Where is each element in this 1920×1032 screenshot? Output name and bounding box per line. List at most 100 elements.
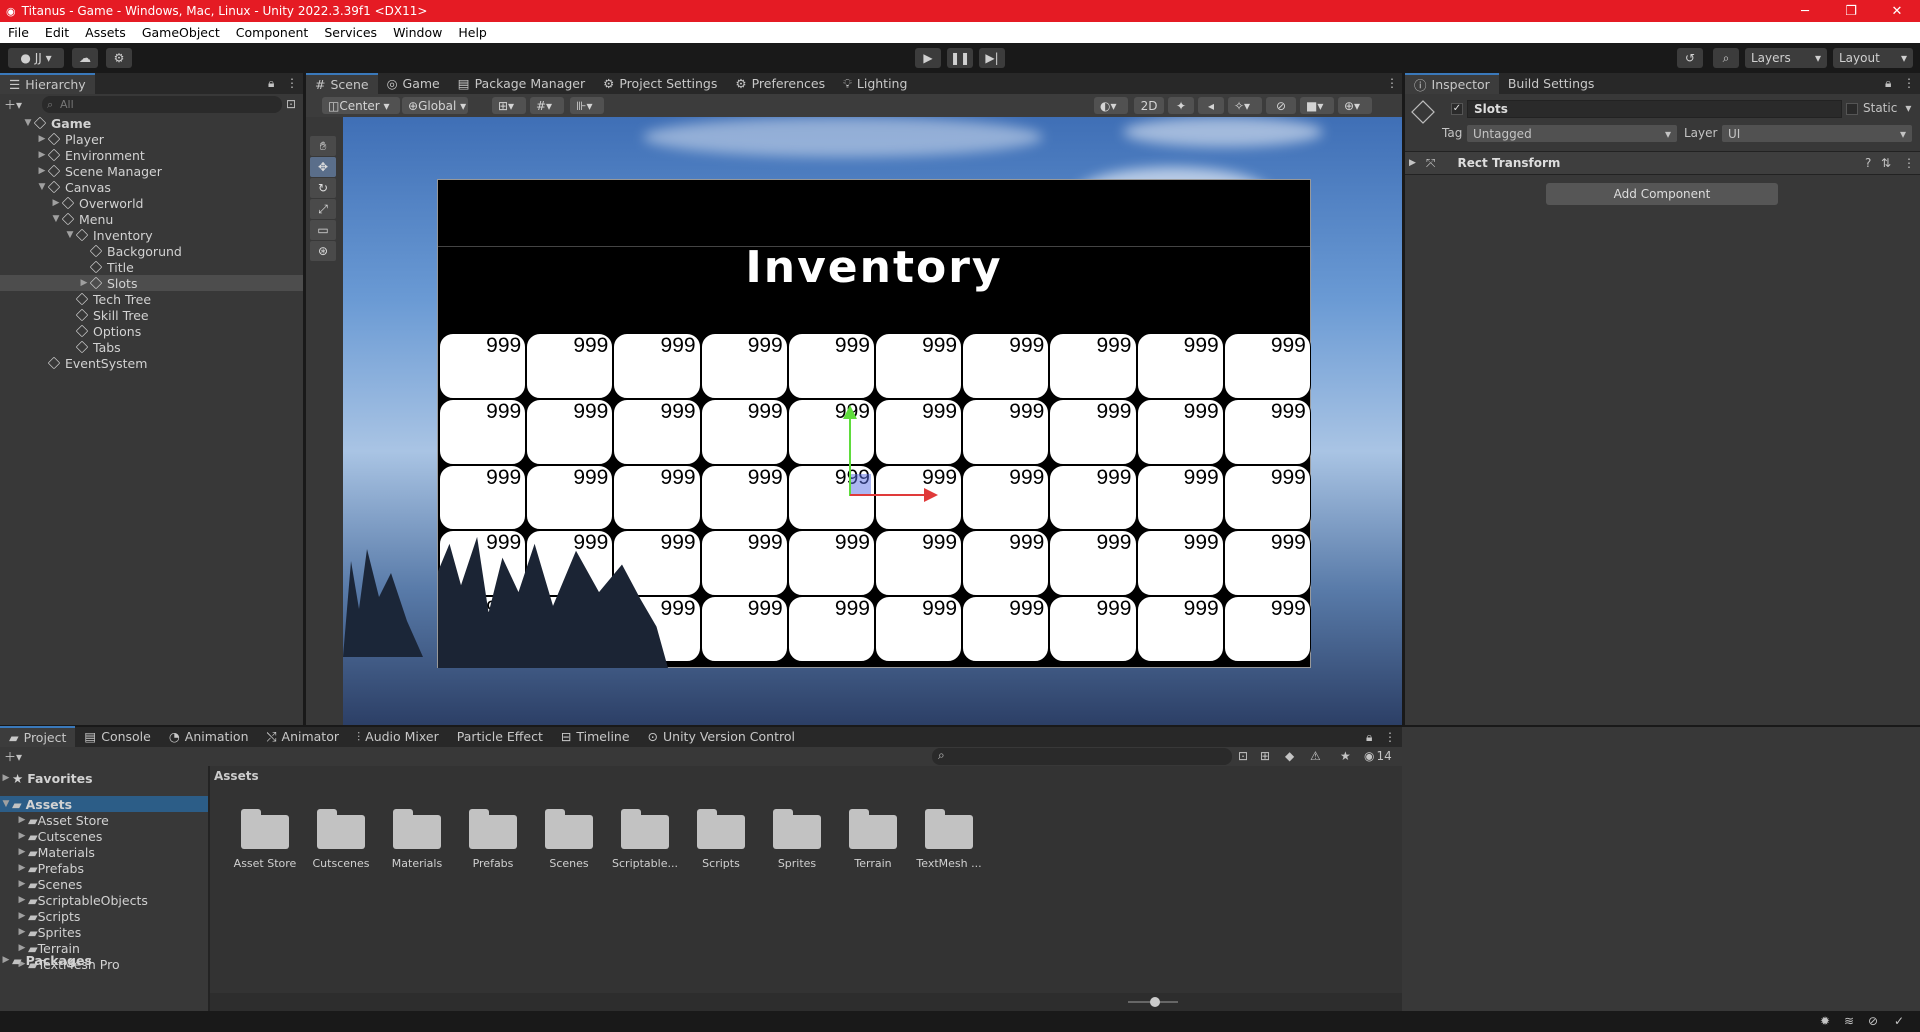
inventory-slot[interactable]: 999 — [613, 333, 701, 399]
add-component-button[interactable]: Add Component — [1546, 183, 1778, 205]
play-button[interactable]: ▶ — [915, 48, 941, 68]
static-dropdown[interactable]: Static ▾ — [1863, 101, 1911, 115]
hierarchy-row[interactable]: ▶ Environment — [0, 147, 145, 163]
inventory-slot[interactable]: 999 — [526, 333, 614, 399]
tab-audio-mixer[interactable]: ⫶ Audio Mixer — [348, 726, 448, 747]
inventory-slot[interactable]: 999 — [1223, 596, 1311, 662]
tab-scene[interactable]: # Scene — [306, 73, 378, 94]
lock-icon[interactable]: 🔒︎ — [1366, 730, 1372, 745]
hierarchy-row[interactable]: ▶ Slots — [0, 275, 303, 291]
hierarchy-row[interactable]: Title — [0, 259, 134, 275]
inventory-slot[interactable]: 999 — [613, 464, 701, 531]
chevron-right-icon[interactable]: ▶ — [16, 815, 28, 825]
assets-root-row[interactable]: ▼ ▰ Assets — [0, 796, 208, 812]
close-button[interactable]: ✕ — [1874, 0, 1920, 22]
more-icon[interactable]: ⋮ — [1903, 76, 1915, 90]
minimize-button[interactable]: ─ — [1782, 0, 1828, 22]
draw-mode-dropdown[interactable]: ◐▾ — [1094, 97, 1128, 114]
menu-component[interactable]: Component — [228, 25, 317, 40]
menu-assets[interactable]: Assets — [77, 25, 134, 40]
inventory-slot[interactable]: 999 — [962, 464, 1050, 531]
packages-row[interactable]: ▶ ▰ Packages — [0, 952, 92, 968]
project-search-input[interactable]: ⌕ — [932, 748, 1232, 765]
inventory-slot[interactable]: 999 — [439, 398, 527, 465]
menu-gameobject[interactable]: GameObject — [134, 25, 228, 40]
more-icon[interactable]: ⋮ — [1386, 76, 1398, 90]
inventory-slot[interactable]: 999 — [439, 333, 527, 399]
inventory-slot[interactable]: 999 — [700, 596, 788, 662]
layers-dropdown[interactable]: Layers ▾ — [1745, 48, 1827, 68]
create-asset-button[interactable]: ＋▾ — [4, 748, 32, 765]
asset-folder-row[interactable]: ▶ ▰ Prefabs — [0, 860, 84, 876]
gizmo-y-arrow-icon[interactable] — [843, 405, 857, 419]
asset-folder-row[interactable]: ▶ ▰ Cutscenes — [0, 828, 103, 844]
layer-dropdown[interactable]: UI ▾ — [1722, 125, 1912, 142]
help-icon[interactable]: ? — [1865, 156, 1871, 170]
hierarchy-row[interactable]: ▼ Menu — [0, 211, 114, 227]
gizmos-dropdown[interactable]: ⊕▾ — [1338, 97, 1372, 114]
asset-folder-row[interactable]: ▶ ▰ Sprites — [0, 924, 82, 940]
rect-tool-icon[interactable]: ▭ — [310, 220, 336, 240]
hierarchy-row[interactable]: ▼ Game — [0, 115, 92, 131]
effects-dropdown[interactable]: ✧▾ — [1228, 97, 1262, 114]
hierarchy-row[interactable]: Backgorund — [0, 243, 182, 259]
inventory-slot[interactable]: 999 — [1136, 398, 1224, 465]
rect-transform-header[interactable]: ▶ ⤧ Rect Transform ? ⇅ ⋮ — [1405, 152, 1920, 174]
pause-button[interactable]: ❚❚ — [947, 48, 973, 68]
tab-timeline[interactable]: ⊟ Timeline — [552, 726, 639, 747]
active-checkbox[interactable]: ✓ — [1451, 103, 1463, 115]
menu-file[interactable]: File — [0, 25, 37, 40]
transform-tool-icon[interactable]: ⊛ — [310, 241, 336, 261]
hierarchy-row[interactable]: Tabs — [0, 339, 121, 355]
inventory-slot[interactable]: 999 — [787, 333, 875, 399]
inventory-slot[interactable]: 999 — [874, 596, 963, 662]
account-dropdown[interactable]: ● JJ ▾ — [8, 48, 64, 68]
tab-animator[interactable]: ⤭ Animator — [258, 726, 349, 747]
lock-icon[interactable]: 🔒︎ — [268, 76, 274, 91]
chevron-right-icon[interactable]: ▶ — [16, 927, 28, 937]
scale-tool-icon[interactable]: ⤢ — [310, 199, 336, 219]
tab-package-manager[interactable]: ▤ Package Manager — [449, 73, 594, 94]
increment-snap[interactable]: ⊪▾ — [570, 97, 604, 114]
inventory-slot[interactable]: 999 — [1136, 333, 1224, 399]
inventory-slot[interactable]: 999 — [1049, 398, 1137, 465]
2d-toggle[interactable]: 2D — [1134, 97, 1164, 114]
chevron-right-icon[interactable]: ▶ — [16, 879, 28, 889]
inventory-slot[interactable]: 999 — [962, 596, 1050, 662]
tab-project-settings[interactable]: ⚙ Project Settings — [594, 73, 726, 94]
check-icon[interactable]: ✓ — [1894, 1014, 1904, 1028]
layers-icon[interactable]: ≋ — [1844, 1014, 1854, 1028]
audio-toggle[interactable]: ◂ — [1198, 97, 1224, 114]
inventory-slot[interactable]: 999 — [1223, 464, 1311, 531]
asset-folder-row[interactable]: ▶ ▰ ScriptableObjects — [0, 892, 148, 908]
inventory-slot[interactable]: 999 — [1049, 464, 1137, 531]
cloud-icon[interactable]: ☁ — [72, 48, 98, 68]
inventory-slot[interactable]: 999 — [1136, 596, 1224, 662]
inventory-slot[interactable]: 999 — [439, 464, 527, 531]
history-icon[interactable]: ↺ — [1677, 48, 1703, 68]
tab-game[interactable]: ◎ Game — [378, 73, 449, 94]
filter-type-icon[interactable]: ⊞ — [1260, 749, 1270, 763]
preset-icon[interactable]: ⇅ — [1881, 156, 1891, 170]
hidden-packages-toggle[interactable]: ◉ 14 — [1364, 749, 1392, 763]
object-name-field[interactable]: Slots — [1467, 100, 1842, 118]
hierarchy-row[interactable]: ▶ Player — [0, 131, 104, 147]
inventory-slot[interactable]: 999 — [787, 596, 875, 662]
inventory-slot[interactable]: 999 — [526, 464, 614, 531]
chevron-down-icon[interactable]: ▼ — [64, 230, 76, 240]
chevron-right-icon[interactable]: ▶ — [36, 166, 48, 176]
tab-inspector[interactable]: ⓘ Inspector — [1405, 73, 1499, 94]
chevron-right-icon[interactable]: ▶ — [16, 847, 28, 857]
menu-edit[interactable]: Edit — [37, 25, 77, 40]
grid-toggle[interactable]: #▾ — [530, 97, 564, 114]
collab-icon[interactable]: ⚙ — [106, 48, 132, 68]
inventory-slot[interactable]: 999 — [874, 398, 963, 465]
inventory-slot[interactable]: 999 — [1136, 464, 1224, 531]
chevron-right-icon[interactable]: ▶ — [16, 895, 28, 905]
inventory-slot[interactable]: 999 — [1049, 333, 1137, 399]
inventory-slot[interactable]: 999 — [1049, 596, 1137, 662]
lighting-toggle[interactable]: ✦ — [1168, 97, 1194, 114]
inventory-slot[interactable]: 999 — [700, 333, 788, 399]
tab-particle-effect[interactable]: Particle Effect — [448, 726, 552, 747]
asset-folder-row[interactable]: ▶ ▰ Scripts — [0, 908, 81, 924]
